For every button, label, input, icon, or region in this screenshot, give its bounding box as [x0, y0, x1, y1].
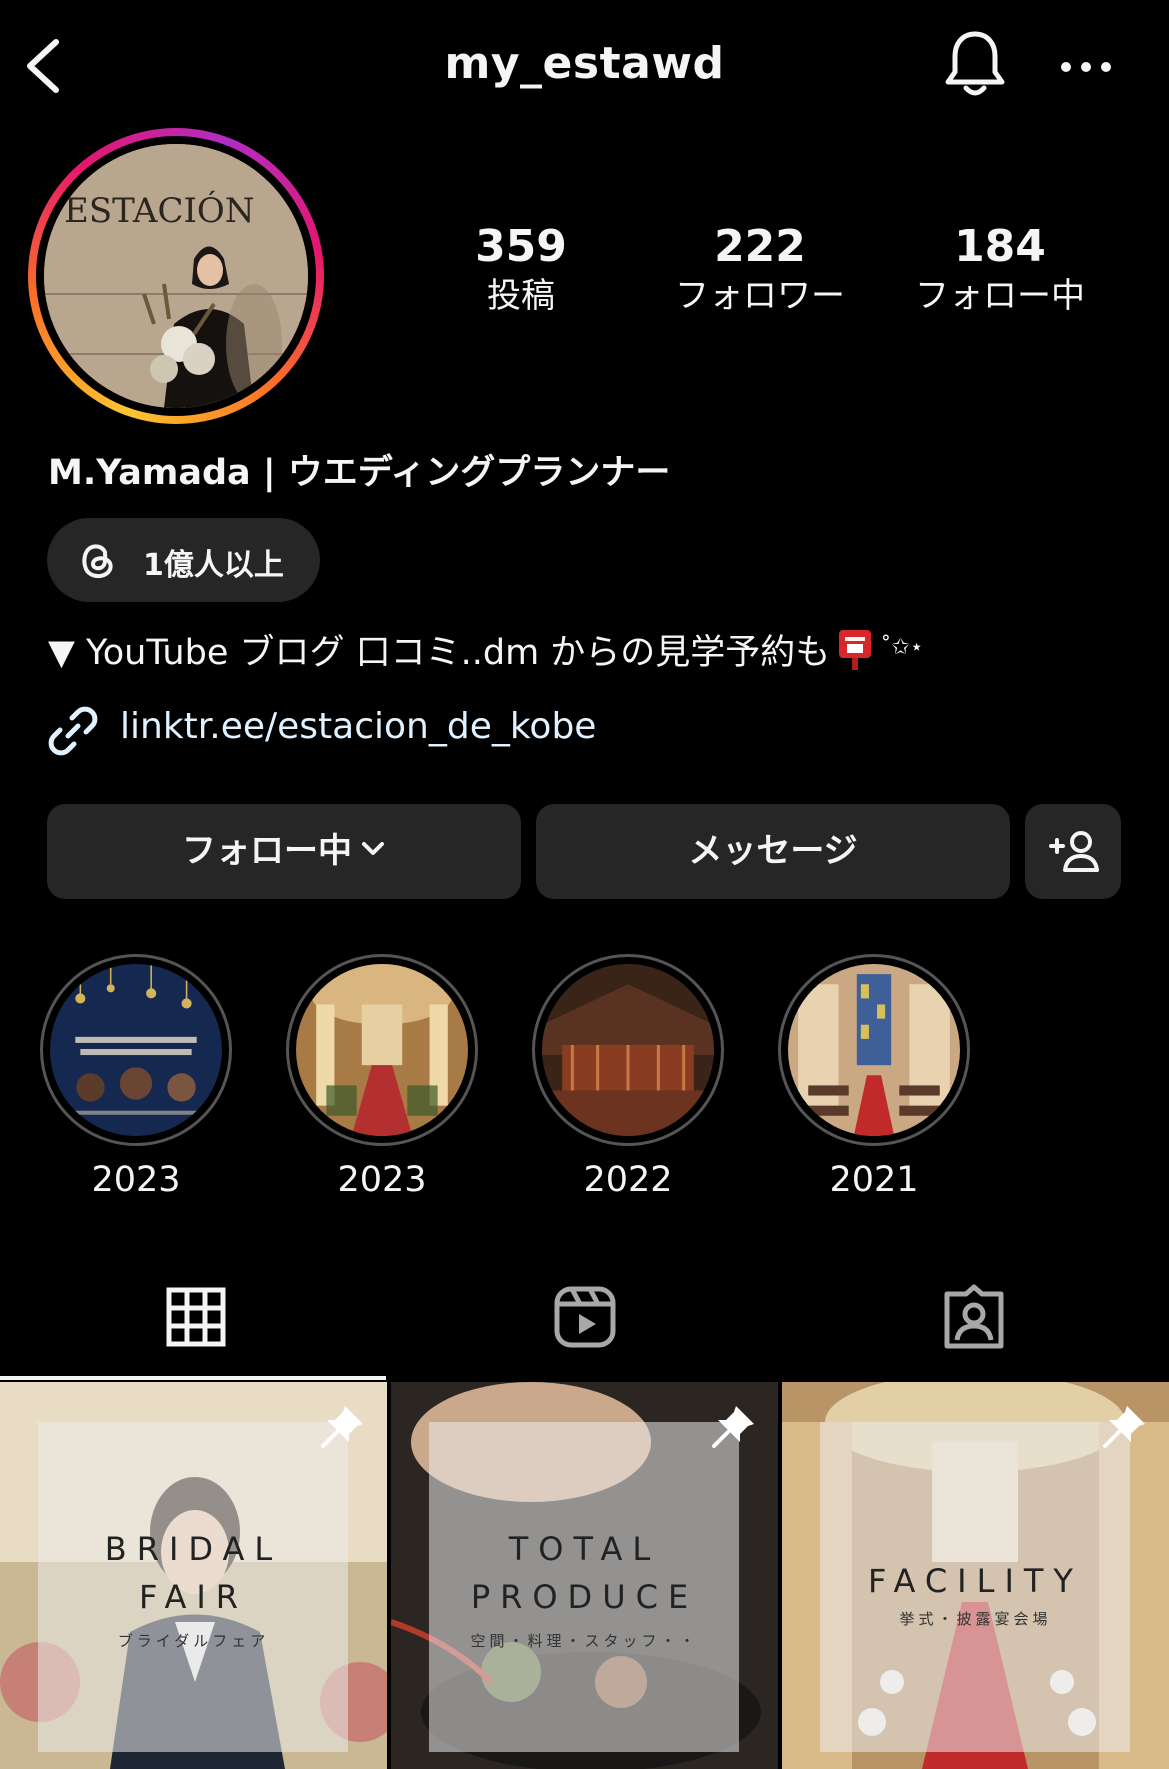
highlight-ring — [286, 954, 478, 1146]
post-title-line2: PRODUCE — [470, 1578, 699, 1616]
message-button-label: メッセージ — [688, 831, 858, 871]
highlight-cover — [296, 964, 468, 1136]
stat-posts-count: 359 — [475, 221, 567, 272]
post-subtitle: 空間・料理・スタッフ・・ — [470, 1632, 699, 1650]
message-button[interactable]: メッセージ — [536, 804, 1010, 899]
highlight-label: 2023 — [91, 1160, 181, 1200]
add-user-icon — [1049, 831, 1099, 872]
postbox-icon — [839, 630, 872, 670]
link-icon — [48, 706, 98, 756]
suggest-users-button[interactable] — [1025, 804, 1121, 899]
threads-icon — [82, 544, 113, 579]
pin-icon — [1103, 1406, 1145, 1448]
post-subtitle: 挙式・披露宴会場 — [899, 1610, 1052, 1628]
avatar-sign-text: ESTACIÓN — [64, 190, 255, 231]
following-button[interactable]: フォロー中 — [47, 804, 521, 899]
bio-sparkle: ˚✩⋆ — [880, 635, 924, 660]
highlight-item[interactable]: 2022 — [528, 954, 728, 1200]
reels-icon — [554, 1286, 616, 1348]
chevron-down-icon — [362, 842, 384, 855]
bell-icon[interactable] — [940, 28, 1010, 102]
avatar-photo: ESTACIÓN — [44, 144, 308, 408]
highlight-ring — [778, 954, 970, 1146]
highlight-label: 2021 — [829, 1160, 919, 1200]
post-tile[interactable]: BRIDAL FAIR ブライダルフェア — [0, 1382, 387, 1769]
highlight-ring — [40, 954, 232, 1146]
bio-text: ▼ YouTube ブログ 口コミ..dm からの見学予約も ˚✩⋆ — [48, 624, 924, 675]
post-subtitle: ブライダルフェア — [117, 1632, 270, 1650]
stat-following-label: フォロー中 — [915, 276, 1085, 316]
more-horizontal-icon[interactable] — [1058, 52, 1114, 82]
post-title-line2: FAIR — [138, 1578, 249, 1616]
stat-followers[interactable]: 222 フォロワー — [660, 222, 860, 318]
highlight-cover — [542, 964, 714, 1136]
highlight-cover — [50, 964, 222, 1136]
highlight-item[interactable]: 2023 — [36, 954, 236, 1200]
highlight-item[interactable]: 2021 — [774, 954, 974, 1200]
tagged-icon — [944, 1284, 1004, 1349]
tab-tagged[interactable] — [778, 1270, 1167, 1382]
highlight-label: 2023 — [337, 1160, 427, 1200]
post-title-line1: TOTAL — [508, 1530, 661, 1568]
pin-icon — [321, 1406, 363, 1448]
post-tile[interactable]: TOTAL PRODUCE 空間・料理・スタッフ・・ — [391, 1382, 778, 1769]
active-tab-indicator — [0, 1376, 386, 1380]
threads-badge-label: 1億人以上 — [143, 548, 284, 583]
grid-icon — [166, 1287, 226, 1347]
threads-badge[interactable]: 1億人以上 — [47, 518, 320, 602]
stat-posts-label: 投稿 — [487, 276, 555, 316]
tab-reels[interactable] — [389, 1270, 778, 1382]
highlight-cover — [788, 964, 960, 1136]
profile-link-text[interactable]: linktr.ee/estacion_de_kobe — [120, 706, 596, 747]
pin-icon — [712, 1406, 754, 1448]
highlight-label: 2022 — [583, 1160, 673, 1200]
profile-header: my_estawd — [0, 0, 1169, 130]
tab-posts-grid[interactable] — [0, 1270, 389, 1382]
post-title-line1: BRIDAL — [104, 1530, 283, 1568]
following-button-label: フォロー中 — [182, 831, 352, 871]
post-title-line1: FACILITY — [868, 1562, 1083, 1600]
avatar[interactable]: ESTACIÓN — [44, 144, 308, 408]
highlight-item[interactable]: 2023 — [282, 954, 482, 1200]
stat-followers-label: フォロワー — [675, 276, 845, 316]
stat-following-count: 184 — [954, 221, 1046, 272]
profile-tabs — [0, 1270, 1169, 1382]
highlight-ring — [532, 954, 724, 1146]
stat-posts[interactable]: 359 投稿 — [421, 222, 621, 318]
posts-grid: BRIDAL FAIR ブライダルフェア TOTAL PRODUCE 空間・料理… — [0, 1382, 1169, 1769]
bio-line: ▼ YouTube ブログ 口コミ..dm からの見学予約も — [48, 633, 831, 673]
stat-following[interactable]: 184 フォロー中 — [900, 222, 1100, 318]
display-name: M.Yamada | ウエディングプランナー — [48, 453, 671, 493]
post-tile[interactable]: FACILITY 挙式・披露宴会場 — [782, 1382, 1169, 1769]
avatar-story-ring[interactable]: ESTACIÓN — [28, 128, 324, 424]
stat-followers-count: 222 — [714, 221, 806, 272]
